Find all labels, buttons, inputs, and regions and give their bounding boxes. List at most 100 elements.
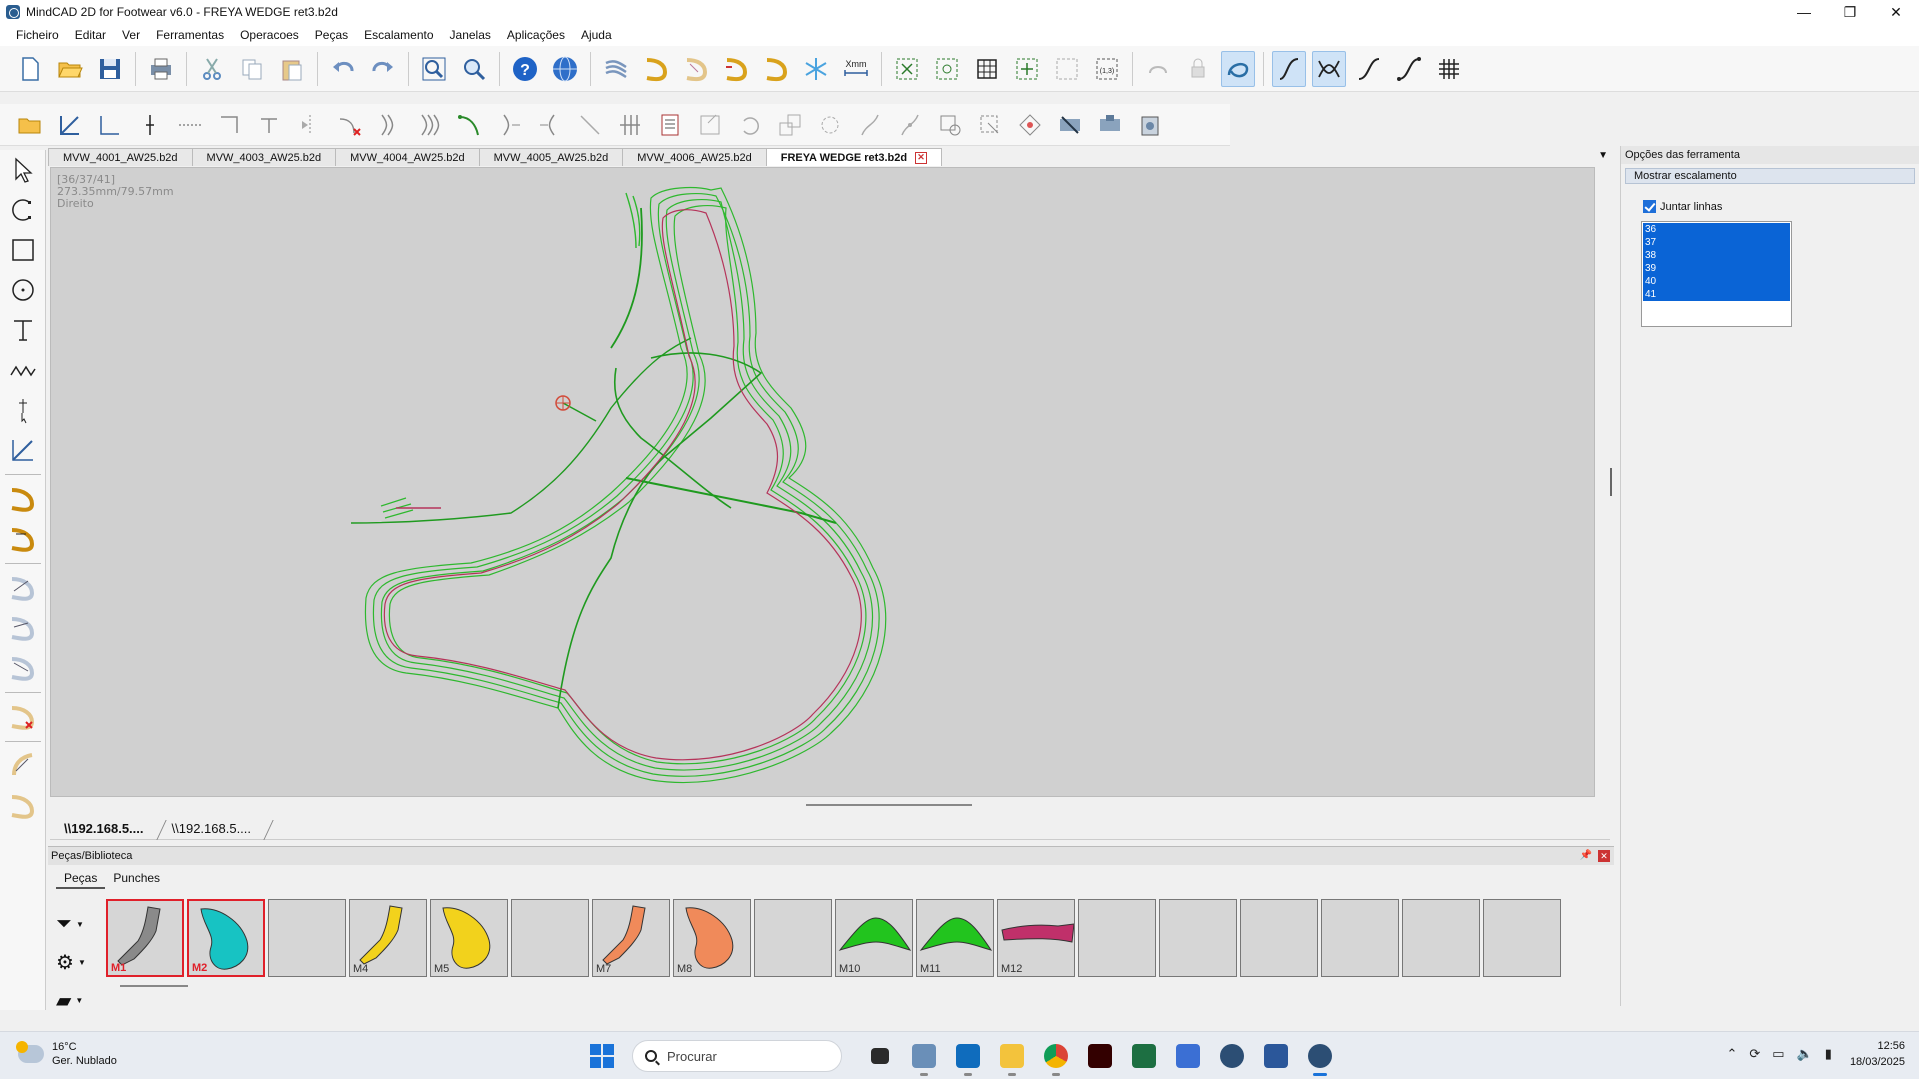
vertical-scrollbar[interactable] <box>1610 468 1612 496</box>
circle-tool[interactable] <box>0 270 46 310</box>
weather-widget[interactable]: 16°C Ger. Nublado <box>16 1040 117 1068</box>
redo-button[interactable] <box>366 51 400 87</box>
edit-tool-7-button[interactable] <box>453 107 487 143</box>
taskbar-app-excel[interactable] <box>1126 1038 1162 1074</box>
select-all-button[interactable] <box>1010 51 1044 87</box>
piece-join-tool[interactable] <box>0 786 46 826</box>
grid-button[interactable] <box>1432 51 1466 87</box>
intersect-mode-button[interactable] <box>1312 50 1346 87</box>
edit-tool-11-button[interactable] <box>613 107 647 143</box>
rectangle-tool[interactable] <box>0 230 46 270</box>
piece-thumbnail[interactable] <box>1321 899 1399 977</box>
piece-thumbnail[interactable] <box>1240 899 1318 977</box>
piece-thumbnail[interactable]: M7 <box>592 899 670 977</box>
grid-select-button[interactable] <box>970 51 1004 87</box>
menu-escalamento[interactable]: Escalamento <box>356 28 441 42</box>
maximize-button[interactable]: ❐ <box>1827 0 1873 24</box>
piece-thumbnail[interactable] <box>511 899 589 977</box>
taskbar-app-explorer[interactable] <box>994 1038 1030 1076</box>
edit-tool-6-button[interactable] <box>413 107 447 143</box>
piece-thumbnail[interactable]: M8 <box>673 899 751 977</box>
curve-mode-button[interactable] <box>1272 50 1306 87</box>
join-lines-checkbox[interactable]: Juntar linhas <box>1643 200 1919 213</box>
taskbar-app-network[interactable] <box>906 1038 942 1076</box>
undo-button[interactable] <box>326 51 360 87</box>
measure-angle-tool[interactable] <box>0 430 46 470</box>
piece-tool-3-button[interactable] <box>719 51 753 87</box>
piece-tool-b[interactable] <box>0 608 46 648</box>
edit-tool-8-button[interactable] <box>493 107 527 143</box>
outline-mode-button[interactable] <box>1221 50 1255 87</box>
edit-tool-21-button[interactable] <box>1053 107 1087 143</box>
tab-freya-wedge[interactable]: FREYA WEDGE ret3.b2d ✕ <box>765 148 943 166</box>
dotted-line-button[interactable] <box>173 107 207 143</box>
size-option[interactable]: 39 <box>1643 262 1790 275</box>
edit-tool-15-button[interactable] <box>813 107 847 143</box>
edit-tool-18-button[interactable] <box>933 107 967 143</box>
monitor-icon[interactable]: ▭ <box>1772 1046 1784 1062</box>
piece-thumbnail[interactable]: M10 <box>835 899 913 977</box>
snowflake-button[interactable] <box>799 51 833 87</box>
piece-thumbnail[interactable]: M2 <box>187 899 265 977</box>
pattern-drawing[interactable] <box>51 168 1596 798</box>
library-box-button[interactable]: ▰ ▼ <box>56 981 96 1019</box>
tab-mvw-4001[interactable]: MVW_4001_AW25.b2d <box>48 148 193 166</box>
minimize-button[interactable]: — <box>1781 0 1827 24</box>
cut-button[interactable] <box>195 51 229 87</box>
close-tab-icon[interactable]: ✕ <box>915 151 928 164</box>
taskbar-app-chrome[interactable] <box>1038 1038 1074 1076</box>
taskbar-app-outlook[interactable] <box>950 1038 986 1076</box>
arc-tool[interactable] <box>0 190 46 230</box>
piece-thumbnail[interactable]: M12 <box>997 899 1075 977</box>
size-option[interactable]: 37 <box>1643 236 1790 249</box>
taskbar-search[interactable]: Procurar <box>632 1040 842 1072</box>
piece-thumbnail[interactable]: M1 <box>106 899 184 977</box>
menu-aplicacoes[interactable]: Aplicações <box>499 28 573 42</box>
new-file-button[interactable] <box>13 51 47 87</box>
task-view-button[interactable] <box>862 1038 898 1074</box>
paste-button[interactable] <box>275 51 309 87</box>
menu-ajuda[interactable]: Ajuda <box>573 28 620 42</box>
size-option[interactable]: 41 <box>1643 288 1790 301</box>
drawing-canvas[interactable]: [36/37/41] 273.35mm/79.57mm Direito <box>50 167 1612 806</box>
volume-icon[interactable]: 🔈 <box>1797 1046 1813 1062</box>
piece-thumbnail[interactable] <box>1402 899 1480 977</box>
edit-tool-14-button[interactable] <box>773 107 807 143</box>
piece-thumbnail[interactable] <box>1159 899 1237 977</box>
close-window-button[interactable]: ✕ <box>1873 0 1919 24</box>
taskbar-app-illustrator[interactable] <box>1082 1038 1118 1074</box>
piece-tool-c[interactable] <box>0 648 46 688</box>
piece-tool-a[interactable] <box>0 568 46 608</box>
menu-pecas[interactable]: Peças <box>307 28 356 42</box>
piece-delete-tool[interactable] <box>0 697 46 737</box>
tab-punches[interactable]: Punches <box>105 869 168 889</box>
disabled-tool-2-button[interactable] <box>1141 51 1175 87</box>
menu-editar[interactable]: Editar <box>67 28 114 42</box>
edit-tool-3-button[interactable] <box>293 107 327 143</box>
edit-tool-22-button[interactable] <box>1093 107 1127 143</box>
menu-ver[interactable]: Ver <box>114 28 148 42</box>
point-tool[interactable] <box>0 390 46 430</box>
open-file-button[interactable] <box>53 51 87 87</box>
taskbar-app-notepad[interactable] <box>1170 1038 1206 1074</box>
scale-ratio-button[interactable]: (1,3) <box>1090 51 1124 87</box>
start-button[interactable] <box>590 1044 614 1068</box>
edit-tool-13-button[interactable] <box>733 107 767 143</box>
piece-thumbnail[interactable]: M4 <box>349 899 427 977</box>
measure-button[interactable]: Xmm <box>839 51 873 87</box>
print-button[interactable] <box>144 51 178 87</box>
sizes-listbox[interactable]: 36 37 38 39 40 41 <box>1641 221 1792 327</box>
taskbar-app-mindcad-2[interactable] <box>1302 1038 1338 1076</box>
edit-tool-5-button[interactable] <box>373 107 407 143</box>
menu-ferramentas[interactable]: Ferramentas <box>148 28 232 42</box>
tab-pecas[interactable]: Peças <box>56 869 106 889</box>
sync-icon[interactable]: ⟳ <box>1749 1046 1760 1062</box>
edit-tool-19-button[interactable] <box>973 107 1007 143</box>
edit-tool-9-button[interactable] <box>533 107 567 143</box>
origin-marker[interactable] <box>555 395 571 411</box>
zoom-button[interactable] <box>457 51 491 87</box>
path-tab-1[interactable]: \\192.168.5.... <box>50 819 158 838</box>
show-grading-section[interactable]: Mostrar escalamento <box>1625 168 1915 184</box>
checkbox-checked-icon[interactable] <box>1643 200 1656 213</box>
edit-tool-23-button[interactable] <box>1133 107 1167 143</box>
